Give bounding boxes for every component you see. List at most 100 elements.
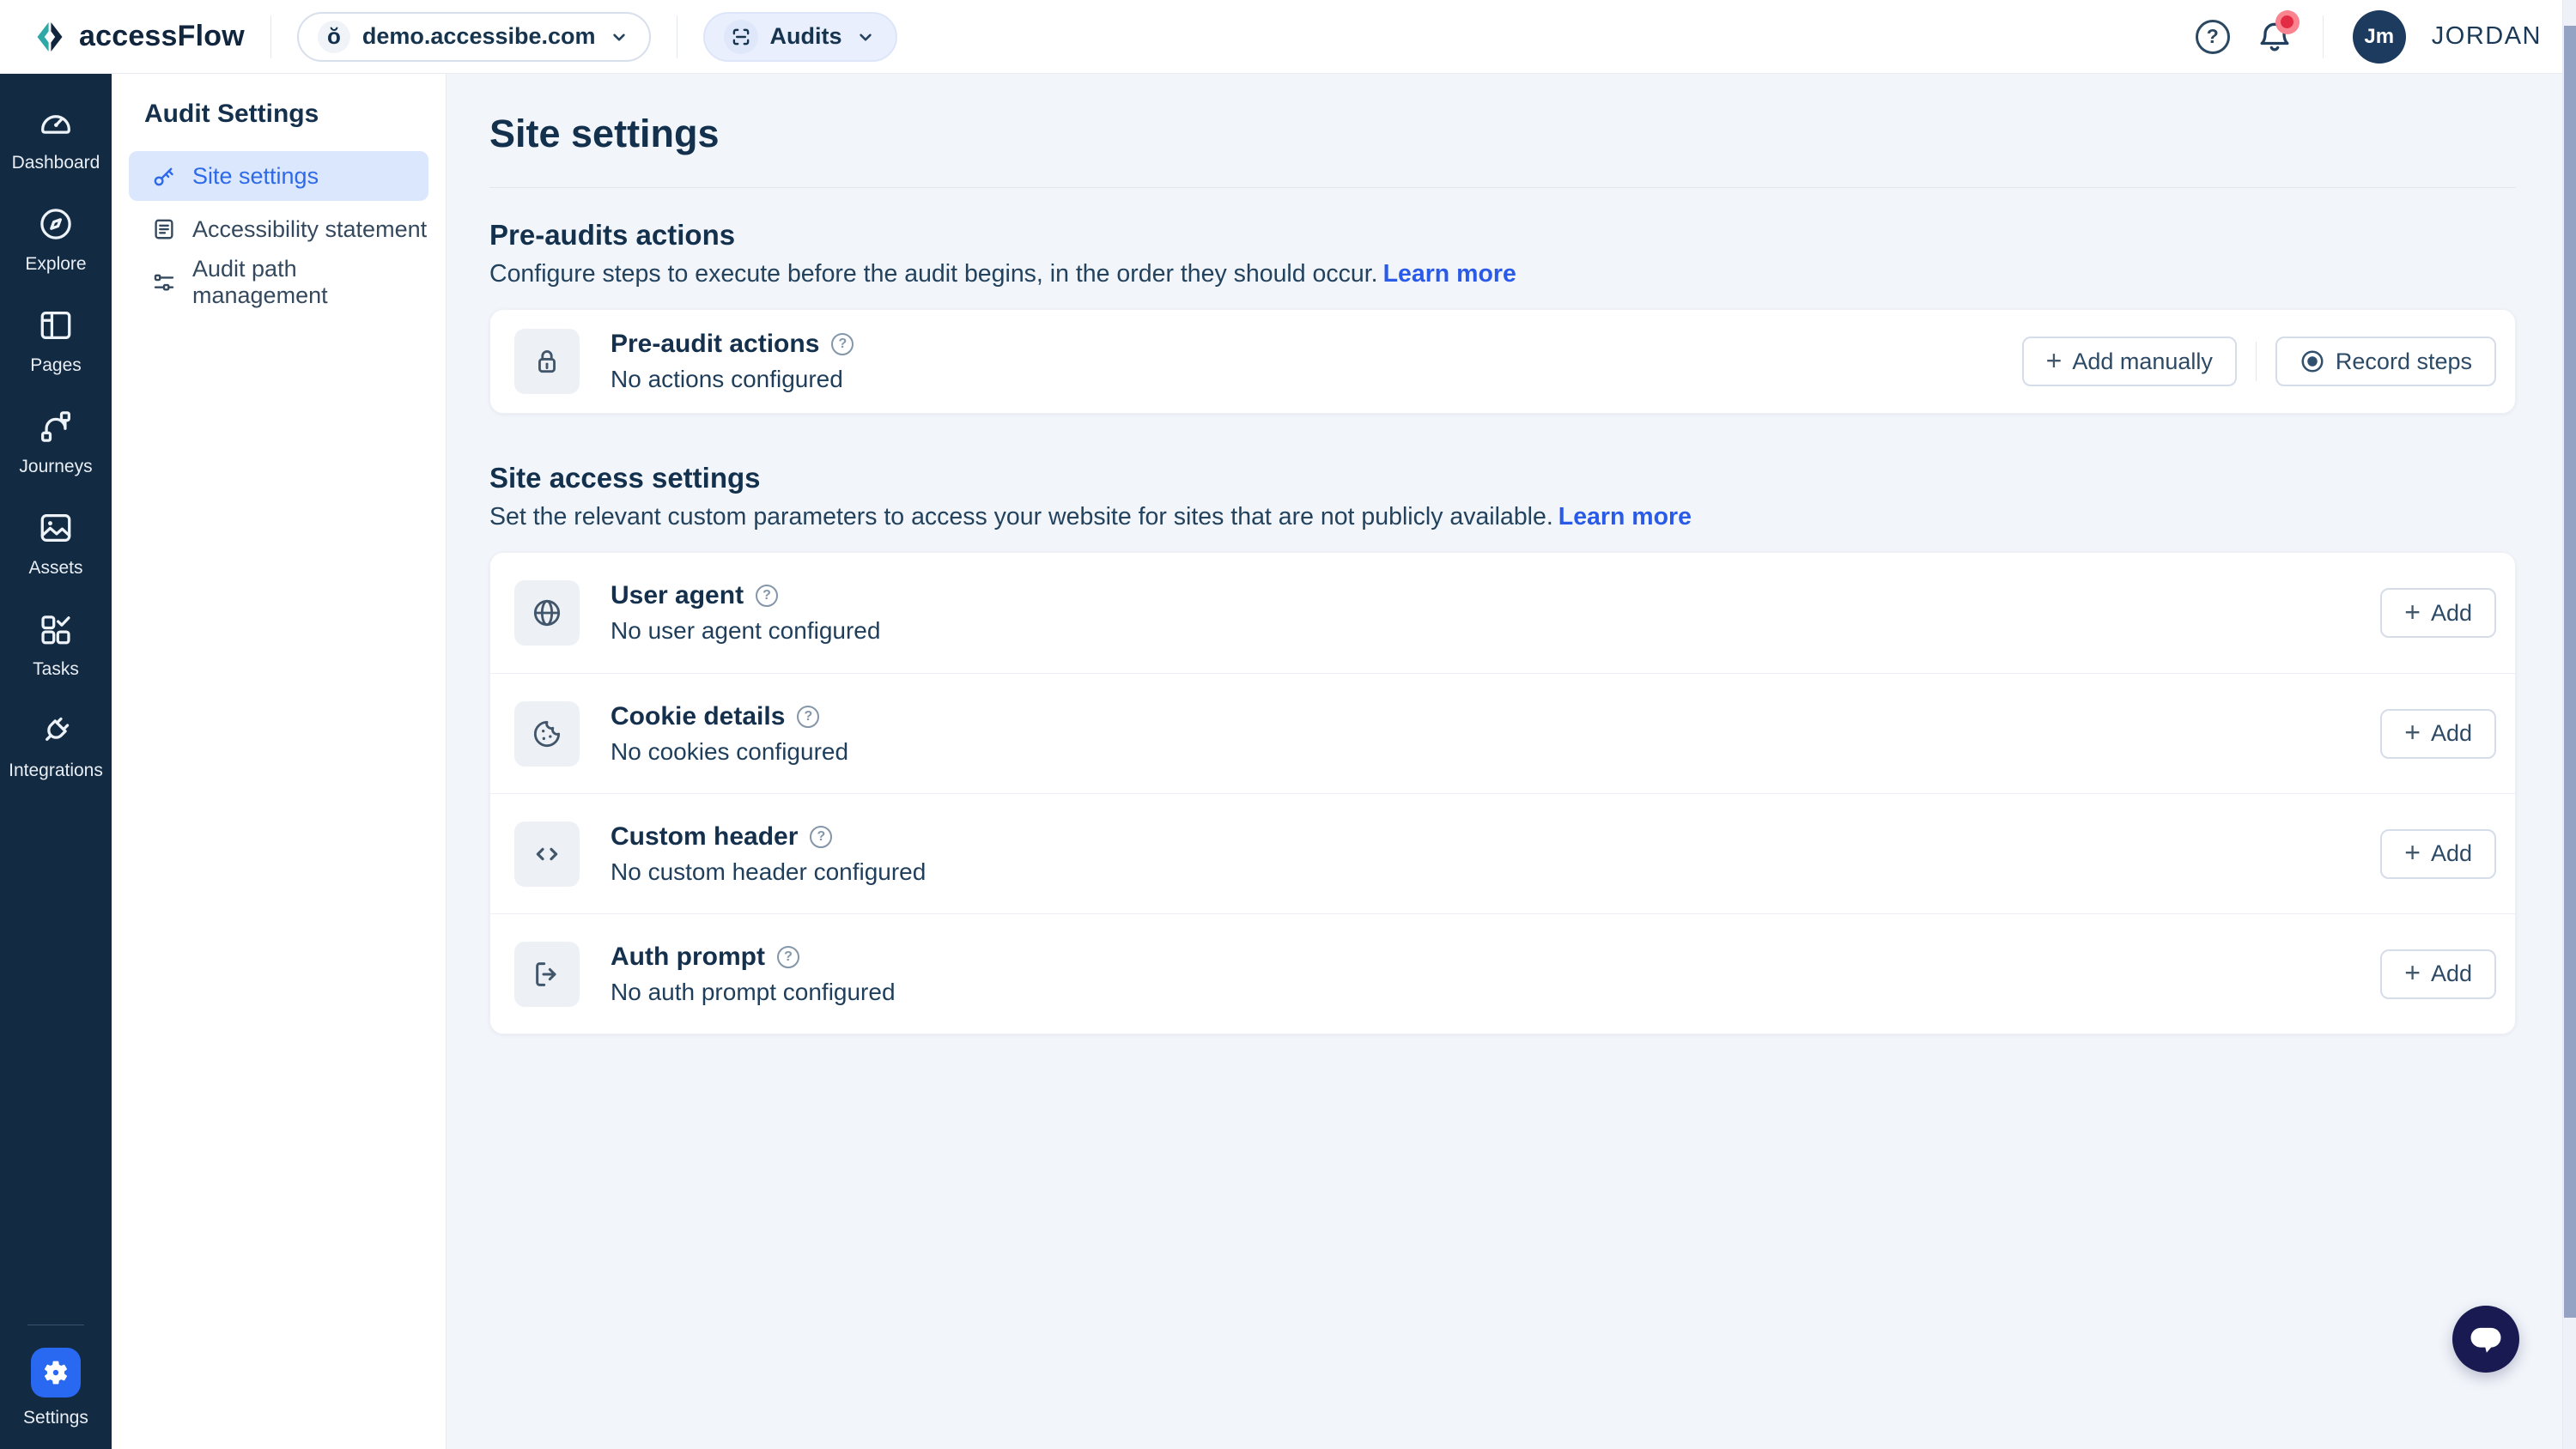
plus-icon: + (2404, 839, 2421, 866)
add-label: Add (2431, 840, 2472, 867)
site-access-heading: Site access settings (489, 462, 2516, 494)
sidebar-item-label: Assets (28, 558, 82, 579)
pre-audit-actions-status: No actions configured (611, 366, 854, 393)
image-icon (36, 508, 76, 548)
custom-header-status: No custom header configured (611, 858, 926, 886)
button-divider (2256, 342, 2257, 381)
add-label: Add (2431, 600, 2472, 627)
site-selector-value: demo.accessibe.com (362, 23, 596, 50)
pre-audit-actions-title: Pre-audit actions (611, 330, 819, 359)
scrollbar-thumb[interactable] (2564, 26, 2576, 1318)
header-divider (270, 15, 271, 58)
section-selector-value: Audits (770, 23, 842, 50)
help-icon[interactable]: ? (831, 333, 854, 355)
user-name: JORDAN (2432, 22, 2542, 51)
header-divider (2323, 15, 2324, 58)
chat-widget-button[interactable] (2452, 1306, 2519, 1373)
page-scrollbar[interactable] (2562, 0, 2576, 1449)
route-icon (36, 407, 76, 446)
add-user-agent-button[interactable]: + Add (2380, 588, 2496, 638)
sidebar-item-tasks[interactable]: Tasks (0, 609, 112, 680)
pre-audit-actions-card: Pre-audit actions ? No actions configure… (489, 309, 2516, 414)
cookie-details-row: Cookie details ? No cookies configured +… (490, 673, 2515, 793)
custom-header-row: Custom header ? No custom header configu… (490, 793, 2515, 913)
main-content: Site settings Pre-audits actions Configu… (447, 74, 2576, 1449)
lock-icon (514, 329, 580, 394)
sidebar-item-label: Settings (23, 1408, 88, 1428)
add-label: Add (2431, 720, 2472, 747)
user-agent-row: User agent ? No user agent configured + … (490, 553, 2515, 673)
add-manually-button[interactable]: + Add manually (2022, 336, 2237, 386)
plus-icon: + (2404, 959, 2421, 986)
subnav-item-accessibility-statement[interactable]: Accessibility statement (129, 204, 428, 254)
notification-badge (2275, 10, 2300, 34)
document-icon (151, 216, 177, 242)
help-icon[interactable]: ? (797, 706, 819, 728)
plus-icon: + (2046, 347, 2063, 374)
site-access-learn-more-link[interactable]: Learn more (1558, 503, 1692, 530)
sidebar-item-integrations[interactable]: Integrations (0, 711, 112, 781)
gauge-icon (36, 103, 76, 142)
add-label: Add (2431, 961, 2472, 987)
notifications-bell-icon[interactable] (2256, 18, 2293, 56)
help-icon[interactable]: ? (777, 946, 799, 968)
record-steps-label: Record steps (2336, 349, 2472, 375)
plug-icon (36, 711, 76, 750)
record-icon (2300, 349, 2325, 374)
auth-prompt-status: No auth prompt configured (611, 979, 896, 1006)
subnav-item-site-settings[interactable]: Site settings (129, 151, 428, 201)
app-logo: accessFlow (33, 19, 245, 55)
site-access-card: User agent ? No user agent configured + … (489, 552, 2516, 1034)
sidebar-item-label: Integrations (9, 761, 103, 781)
help-icon[interactable]: ? (756, 585, 778, 607)
sliders-icon (151, 270, 177, 295)
chevron-down-icon (854, 26, 877, 48)
pre-audits-description-text: Configure steps to execute before the au… (489, 260, 1378, 288)
user-avatar[interactable]: Jm (2353, 10, 2406, 64)
subnav-item-audit-path-management[interactable]: Audit path management (129, 258, 428, 307)
sidebar-item-label: Tasks (33, 659, 79, 680)
page-title: Site settings (489, 74, 2516, 156)
top-header: accessFlow ŏ demo.accessibe.com Audits ? (0, 0, 2576, 74)
site-selector-dropdown[interactable]: ŏ demo.accessibe.com (297, 12, 651, 62)
help-icon[interactable]: ? (2196, 20, 2230, 54)
code-icon (514, 822, 580, 887)
title-divider (489, 187, 2516, 188)
sidebar-item-dashboard[interactable]: Dashboard (0, 103, 112, 173)
sidebar-item-label: Explore (25, 254, 86, 275)
sidebar-item-label: Pages (30, 355, 82, 376)
pre-audit-actions-row: Pre-audit actions ? No actions configure… (490, 310, 2515, 413)
section-selector-dropdown[interactable]: Audits (703, 12, 897, 62)
sidebar-item-explore[interactable]: Explore (0, 204, 112, 275)
add-cookie-button[interactable]: + Add (2380, 709, 2496, 759)
login-arrow-icon (514, 942, 580, 1007)
audits-scan-icon (724, 20, 758, 54)
subnav-item-label: Accessibility statement (192, 216, 427, 243)
app-logo-text: accessFlow (79, 20, 245, 53)
auth-prompt-title: Auth prompt (611, 943, 765, 972)
add-custom-header-button[interactable]: + Add (2380, 829, 2496, 879)
auth-prompt-row: Auth prompt ? No auth prompt configured … (490, 913, 2515, 1034)
user-agent-status: No user agent configured (611, 617, 880, 645)
pre-audits-learn-more-link[interactable]: Learn more (1383, 260, 1516, 288)
user-agent-title: User agent (611, 581, 744, 610)
record-steps-button[interactable]: Record steps (2275, 336, 2496, 386)
sidebar-item-pages[interactable]: Pages (0, 306, 112, 376)
site-access-description-text: Set the relevant custom parameters to ac… (489, 503, 1553, 530)
cookie-details-title: Cookie details (611, 702, 785, 731)
help-icon[interactable]: ? (810, 826, 832, 848)
sidebar-item-settings[interactable]: Settings (0, 1348, 112, 1428)
cookie-icon (514, 701, 580, 767)
plus-icon: + (2404, 598, 2421, 626)
site-favicon: ŏ (318, 21, 350, 53)
add-manually-label: Add manually (2072, 349, 2213, 375)
compass-icon (36, 204, 76, 244)
add-auth-prompt-button[interactable]: + Add (2380, 949, 2496, 999)
sidebar-item-journeys[interactable]: Journeys (0, 407, 112, 477)
sidebar-item-label: Dashboard (12, 153, 100, 173)
layout-icon (36, 306, 76, 345)
plus-icon: + (2404, 718, 2421, 746)
subnav-item-label: Site settings (192, 163, 319, 190)
sidebar-item-assets[interactable]: Assets (0, 508, 112, 579)
subnav-item-label: Audit path management (192, 256, 428, 309)
